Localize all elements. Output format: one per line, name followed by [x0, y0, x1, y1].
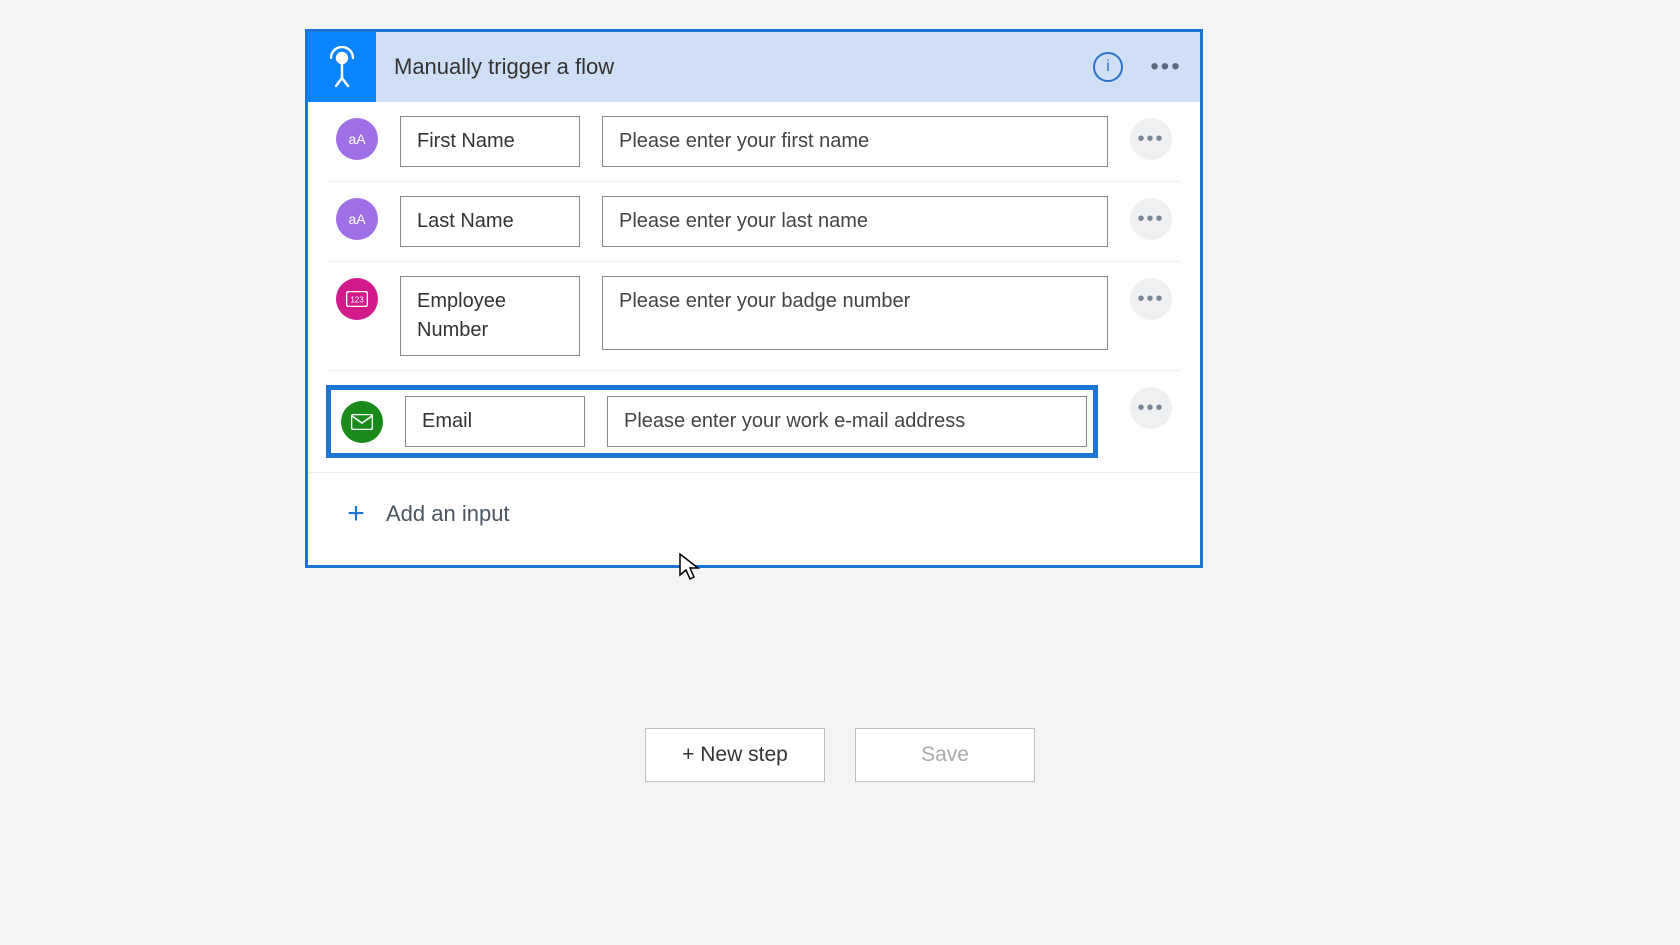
input-name-field[interactable]: Last Name [400, 196, 580, 247]
trigger-card-header[interactable]: Manually trigger a flow i ••• [308, 32, 1200, 102]
number-type-icon: 123 [336, 278, 378, 320]
ellipsis-icon: ••• [1137, 397, 1164, 420]
input-row-employee-number: 123 Employee Number Please enter your ba… [328, 262, 1180, 371]
text-type-icon: aA [336, 118, 378, 160]
trigger-title: Manually trigger a flow [394, 54, 1070, 80]
input-row-first-name: aA First Name Please enter your first na… [328, 102, 1180, 182]
ellipsis-icon: ••• [1150, 53, 1181, 81]
input-desc-field[interactable]: Please enter your work e-mail address [607, 396, 1087, 447]
input-name-field[interactable]: Email [405, 396, 585, 447]
ellipsis-icon: ••• [1137, 288, 1164, 311]
add-input-button[interactable]: + Add an input [308, 472, 1200, 555]
trigger-card: Manually trigger a flow i ••• aA First N… [305, 29, 1203, 568]
info-icon: i [1093, 52, 1123, 82]
row-more-button[interactable]: ••• [1130, 118, 1172, 160]
email-type-icon [341, 401, 383, 443]
trigger-card-body: aA First Name Please enter your first na… [308, 102, 1200, 565]
input-name-field[interactable]: First Name [400, 116, 580, 167]
save-button[interactable]: Save [855, 728, 1035, 782]
input-name-field[interactable]: Employee Number [400, 276, 580, 356]
ellipsis-icon: ••• [1137, 128, 1164, 151]
ellipsis-icon: ••• [1137, 208, 1164, 231]
row-more-button[interactable]: ••• [1130, 387, 1172, 429]
text-type-icon-label: aA [348, 211, 365, 227]
action-bar: + New step Save [0, 728, 1680, 782]
add-input-label: Add an input [386, 501, 510, 527]
input-desc-field[interactable]: Please enter your badge number [602, 276, 1108, 350]
trigger-icon [308, 32, 376, 102]
number-icon: 123 [346, 291, 368, 307]
input-row-email: Email Please enter your work e-mail addr… [328, 371, 1180, 472]
text-type-icon: aA [336, 198, 378, 240]
input-row-last-name: aA Last Name Please enter your last name… [328, 182, 1180, 262]
row-more-button[interactable]: ••• [1130, 278, 1172, 320]
svg-text:123: 123 [350, 296, 364, 305]
row-more-button[interactable]: ••• [1130, 198, 1172, 240]
new-step-button[interactable]: + New step [645, 728, 825, 782]
input-desc-field[interactable]: Please enter your last name [602, 196, 1108, 247]
email-icon [351, 414, 373, 430]
info-button[interactable]: i [1088, 47, 1128, 87]
selected-row-highlight: Email Please enter your work e-mail addr… [326, 385, 1098, 458]
card-more-button[interactable]: ••• [1146, 47, 1186, 87]
plus-icon: + [344, 497, 368, 531]
text-type-icon-label: aA [348, 131, 365, 147]
input-desc-field[interactable]: Please enter your first name [602, 116, 1108, 167]
